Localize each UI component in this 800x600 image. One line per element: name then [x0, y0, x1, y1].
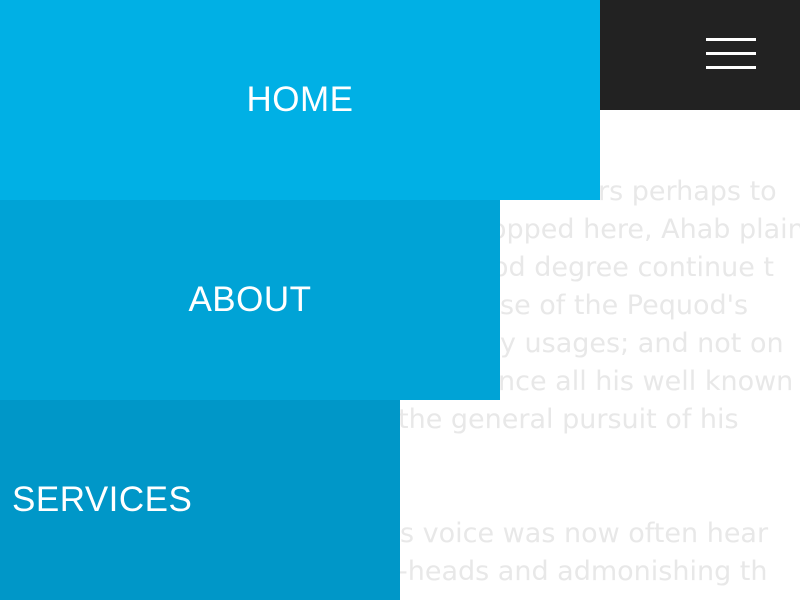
nav-services[interactable]: SERVICES — [0, 400, 400, 600]
nav-home[interactable]: HOME — [0, 0, 600, 200]
top-bar — [600, 0, 800, 110]
nav-services-label: SERVICES — [12, 480, 193, 519]
article-line-text: se of the Pequod's — [500, 290, 749, 321]
article-line-text: opped here, Ahab plain — [490, 214, 800, 245]
hamburger-bar — [706, 52, 756, 55]
article-line-text: nce all his well known — [498, 366, 794, 397]
hamburger-bar — [706, 38, 756, 41]
article-line-text: y usages; and not on — [500, 328, 784, 359]
article-line-text: -heads and admonishing th — [398, 556, 768, 587]
nav-about[interactable]: ABOUT — [0, 200, 500, 400]
article-line-text: s voice was now often hear — [400, 518, 769, 549]
article-line-text: rs perhaps to — [598, 176, 777, 207]
hamburger-icon[interactable] — [706, 38, 756, 70]
hamburger-bar — [706, 66, 756, 69]
article-line-text: od degree continue t — [492, 252, 775, 283]
article-line-text: the general pursuit of his — [398, 404, 739, 435]
nav-home-label: HOME — [246, 80, 354, 119]
nav-about-label: ABOUT — [188, 280, 312, 319]
